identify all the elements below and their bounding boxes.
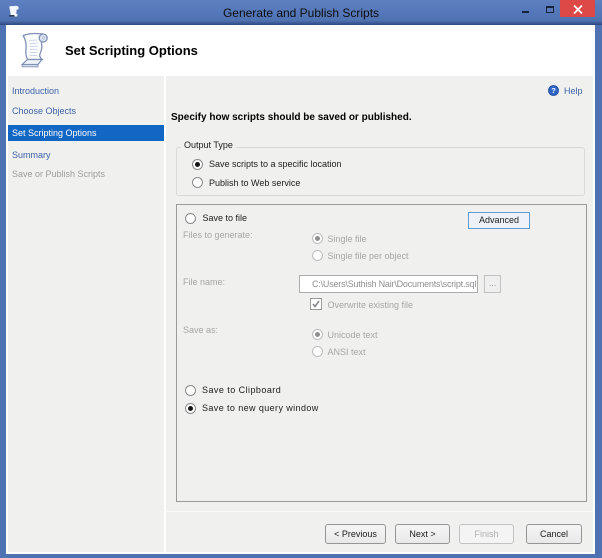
svg-text:?: ? [551, 86, 556, 95]
